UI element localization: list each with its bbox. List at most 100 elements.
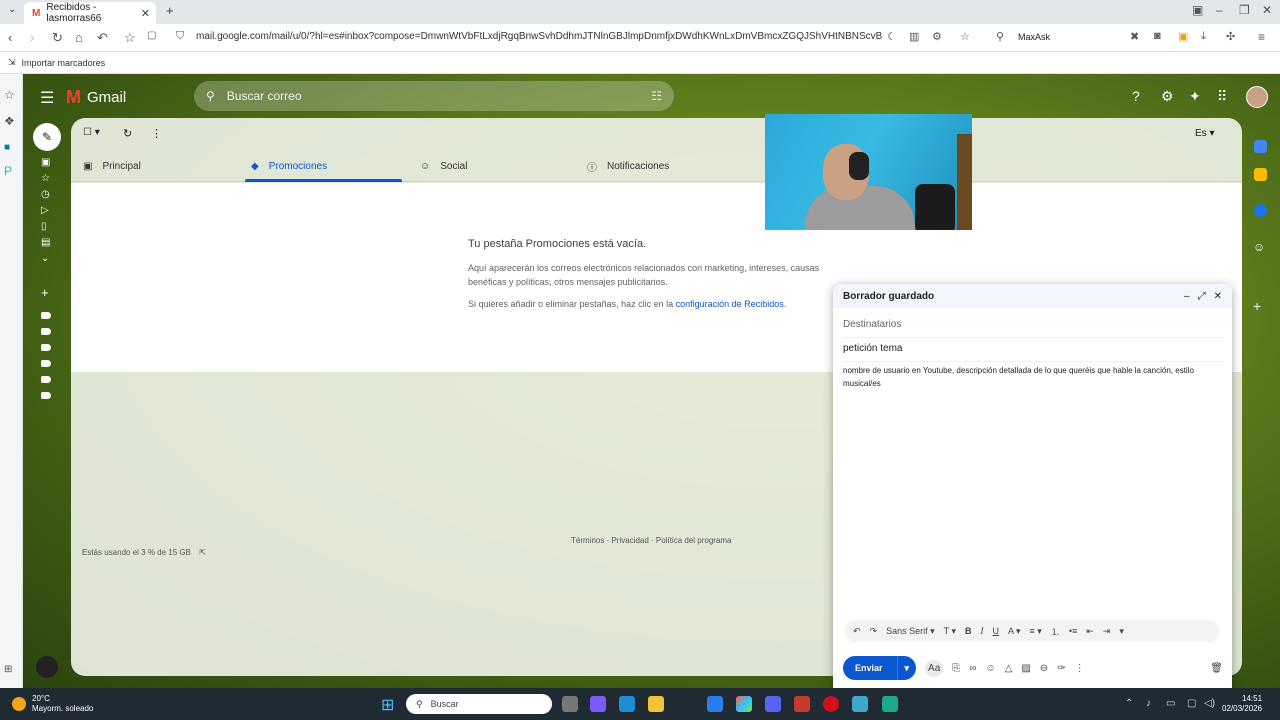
snoozed-icon[interactable]: ◷ bbox=[41, 189, 50, 200]
puzzle-icon[interactable]: ✣ bbox=[1226, 30, 1235, 43]
select-all-checkbox[interactable]: ☐ ▾ bbox=[83, 127, 100, 138]
media-app-icon[interactable] bbox=[794, 696, 810, 712]
import-bookmarks-link[interactable]: Importar marcadores bbox=[22, 58, 106, 68]
minimize-icon[interactable]: – bbox=[1216, 3, 1223, 17]
undo-icon[interactable]: ↶ bbox=[97, 30, 108, 46]
discard-draft-icon[interactable]: 🗑 bbox=[1210, 663, 1223, 674]
label-icon[interactable] bbox=[41, 312, 51, 319]
active-app-icon[interactable] bbox=[882, 696, 898, 712]
add-sidebar-icon[interactable]: ⊞ bbox=[4, 664, 12, 675]
subject-field[interactable]: petición tema bbox=[843, 336, 1223, 362]
network-icon[interactable]: ▢ bbox=[1187, 698, 1196, 709]
emoji-icon[interactable]: ☺ bbox=[985, 663, 995, 674]
tray-expand-icon[interactable]: ⌃ bbox=[1125, 698, 1133, 709]
ai-sidebar-icon[interactable]: ❖ bbox=[4, 114, 15, 128]
indent-less-icon[interactable]: ⇤ bbox=[1086, 626, 1094, 637]
maximize-icon[interactable]: ❐ bbox=[1239, 3, 1250, 17]
starred-icon[interactable]: ☆ bbox=[41, 173, 50, 184]
undo-icon[interactable]: ↶ bbox=[853, 626, 861, 637]
app-grid-icon[interactable] bbox=[590, 696, 606, 712]
copilot-icon[interactable] bbox=[736, 696, 752, 712]
home-icon[interactable]: ⌂ bbox=[75, 30, 83, 45]
density-toggle[interactable]: Es ▾ bbox=[1195, 128, 1214, 139]
attach-icon[interactable]: ⎘ bbox=[952, 663, 960, 674]
close-window-icon[interactable]: ✕ bbox=[1262, 3, 1272, 17]
drive-icon[interactable]: △ bbox=[1005, 663, 1013, 674]
help-icon[interactable]: ? bbox=[1132, 88, 1140, 104]
text-color-icon[interactable]: A ▾ bbox=[1008, 626, 1021, 637]
back-icon[interactable]: ‹ bbox=[8, 30, 12, 45]
label-icon[interactable] bbox=[41, 376, 51, 383]
formatting-options-button[interactable]: Aa bbox=[925, 659, 944, 677]
gemini-icon[interactable]: ✦ bbox=[1189, 88, 1201, 105]
app-icon[interactable] bbox=[707, 696, 723, 712]
widgets-icon[interactable] bbox=[619, 696, 635, 712]
p-app-icon[interactable]: P bbox=[4, 164, 12, 178]
task-view-icon[interactable] bbox=[562, 696, 578, 712]
vpn-icon[interactable]: ▢ bbox=[147, 30, 156, 41]
mic-icon[interactable]: ♪ bbox=[1146, 698, 1151, 709]
inbox-settings-link[interactable]: configuración de Recibidos bbox=[676, 299, 784, 309]
reader-icon[interactable]: ☾ bbox=[887, 30, 897, 43]
site-security-icon[interactable]: ⛉ bbox=[176, 30, 184, 43]
display-icon[interactable]: ▭ bbox=[1166, 698, 1175, 709]
menu-icon[interactable]: ≡ bbox=[1258, 30, 1265, 44]
more-options-icon[interactable]: ⋮ bbox=[151, 127, 162, 140]
fullscreen-compose-icon[interactable]: ⤢ bbox=[1198, 291, 1206, 302]
file-explorer-icon[interactable] bbox=[648, 696, 664, 712]
font-selector[interactable]: Sans Serif ▾ bbox=[886, 626, 935, 637]
get-addons-icon[interactable]: + bbox=[1253, 298, 1261, 314]
taskbar-search[interactable]: ⚲ Buscar bbox=[406, 694, 552, 714]
more-formatting-icon[interactable]: ▾ bbox=[1119, 626, 1124, 637]
align-icon[interactable]: ≡ ▾ bbox=[1030, 626, 1042, 637]
camera-icon[interactable]: ◙ bbox=[1154, 30, 1161, 42]
underline-icon[interactable]: U bbox=[993, 626, 1000, 636]
numbered-list-icon[interactable]: ⒈ bbox=[1051, 625, 1060, 638]
bold-icon[interactable]: B bbox=[965, 626, 972, 636]
bulleted-list-icon[interactable]: •≡ bbox=[1069, 626, 1077, 636]
settings-gear-icon[interactable]: ⚙ bbox=[1161, 88, 1174, 105]
avatar[interactable] bbox=[1246, 86, 1268, 108]
search-options-icon[interactable]: ☷ bbox=[651, 89, 662, 103]
close-compose-icon[interactable]: ✕ bbox=[1214, 291, 1222, 302]
search-bar[interactable]: ⚲ Buscar correo ☷ bbox=[194, 81, 674, 111]
link-icon[interactable]: ∞ bbox=[969, 663, 976, 674]
compose-header[interactable]: Borrador guardado – ⤢ ✕ bbox=[833, 284, 1232, 308]
schedule-send-icon[interactable]: ▾ bbox=[896, 656, 917, 680]
refresh-icon[interactable]: ↻ bbox=[123, 127, 132, 140]
label-icon[interactable] bbox=[41, 344, 51, 351]
indent-more-icon[interactable]: ⇥ bbox=[1103, 626, 1111, 637]
apps-grid-icon[interactable]: ⠿ bbox=[1217, 88, 1227, 105]
forward-icon[interactable]: › bbox=[30, 30, 34, 45]
label-icon[interactable] bbox=[41, 328, 51, 335]
drafts-icon[interactable]: ▯ bbox=[41, 221, 47, 232]
app-icon[interactable]: ■ bbox=[4, 142, 10, 153]
search-input[interactable]: Buscar correo bbox=[227, 89, 302, 103]
url-field[interactable]: mail.google.com/mail/u/0/?hl=es#inbox?co… bbox=[196, 31, 882, 42]
volume-icon[interactable]: ◁) bbox=[1204, 698, 1215, 709]
tab-social[interactable]: ☺ Social bbox=[420, 150, 467, 182]
bookmark-star-icon[interactable]: ☆ bbox=[124, 30, 136, 46]
favorites-sidebar-icon[interactable]: ☆ bbox=[4, 88, 15, 102]
start-icon[interactable]: ⊞ bbox=[381, 695, 394, 715]
open-external-icon[interactable]: ⇱ bbox=[199, 548, 206, 557]
tab-principal[interactable]: ▣ Principal bbox=[83, 150, 141, 182]
label-icon[interactable] bbox=[41, 392, 51, 399]
extensions-icon[interactable]: ⚙ bbox=[932, 30, 942, 43]
font-size-icon[interactable]: T ▾ bbox=[944, 626, 956, 637]
redo-icon[interactable]: ↷ bbox=[870, 626, 878, 637]
inbox-icon[interactable]: ▣ bbox=[41, 157, 50, 168]
download-icon[interactable]: ⤓ bbox=[1201, 30, 1206, 43]
purchases-icon[interactable]: ▤ bbox=[41, 237, 50, 248]
gmail-logo[interactable]: M Gmail bbox=[66, 87, 126, 108]
weather-widget[interactable]: 20°C Mayorm. soleado bbox=[12, 694, 93, 714]
add-label-icon[interactable]: + bbox=[41, 285, 49, 300]
italic-icon[interactable]: I bbox=[981, 626, 984, 636]
sent-icon[interactable]: ▷ bbox=[41, 205, 49, 216]
contacts-icon[interactable]: ☺ bbox=[1253, 240, 1265, 254]
tasks-icon[interactable] bbox=[1254, 204, 1267, 217]
minimize-compose-icon[interactable]: – bbox=[1184, 291, 1190, 302]
calendar-icon[interactable] bbox=[1254, 140, 1267, 153]
app-icon[interactable] bbox=[852, 696, 868, 712]
clear-search-icon[interactable]: ✖ bbox=[1130, 30, 1139, 43]
